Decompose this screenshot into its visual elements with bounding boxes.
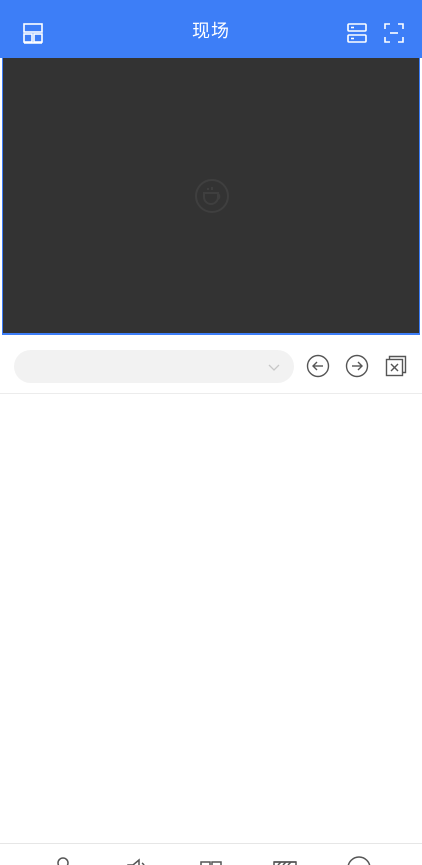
video-player[interactable] [2,58,420,335]
control-row [0,337,422,394]
app-root: 现场 [0,0,422,865]
header-bar: 现场 [0,0,422,58]
device-list-icon[interactable] [344,20,370,46]
split-view-icon[interactable] [198,855,224,865]
content-area [0,394,422,844]
chevron-down-icon [266,359,282,375]
previous-arrow-icon[interactable] [306,354,330,378]
fullscreen-icon[interactable] [381,20,407,46]
audio-icon[interactable] [124,855,150,865]
user-icon[interactable] [50,855,76,865]
close-all-icon[interactable] [384,354,408,378]
record-icon[interactable] [272,855,298,865]
bottom-toolbar [0,843,422,865]
video-placeholder-icon [194,178,230,214]
next-arrow-icon[interactable] [345,354,369,378]
more-icon[interactable] [346,855,372,865]
channel-select[interactable] [14,350,294,383]
